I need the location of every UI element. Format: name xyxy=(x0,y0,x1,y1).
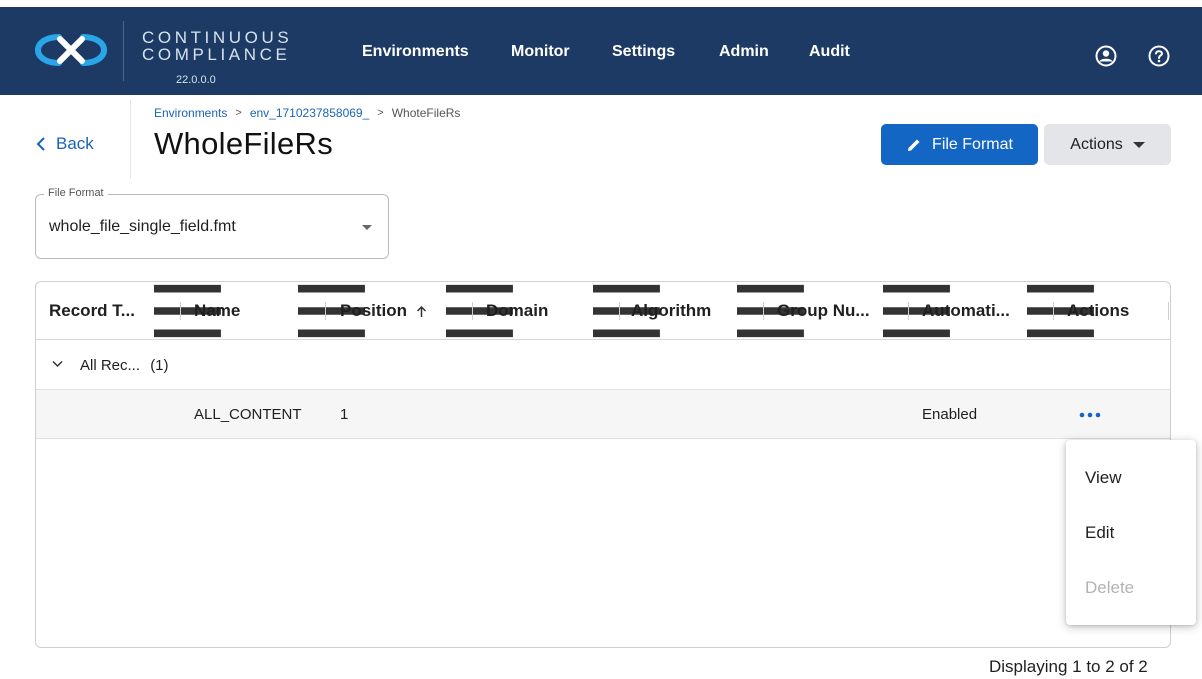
page-title: WholeFileRs xyxy=(154,126,334,161)
breadcrumb-separator: > xyxy=(377,107,384,119)
column-separator[interactable] xyxy=(1168,302,1169,320)
actions-button-label: Actions xyxy=(1070,135,1123,153)
group-row[interactable]: All Rec... (1) xyxy=(36,340,1170,390)
logo-icon[interactable] xyxy=(32,29,110,71)
column-header-actions[interactable]: Actions xyxy=(1067,282,1129,340)
account-circle-icon[interactable] xyxy=(1095,45,1117,67)
menu-item-edit[interactable]: Edit xyxy=(1085,523,1114,543)
brand-line-2: COMPLIANCE xyxy=(142,45,291,64)
chevron-down-icon[interactable] xyxy=(52,360,63,368)
file-format-select-label: File Format xyxy=(44,187,108,199)
sort-ascending-icon xyxy=(417,305,427,317)
cell-name: ALL_CONTENT xyxy=(194,406,302,423)
nav-monitor[interactable]: Monitor xyxy=(511,43,570,61)
breadcrumb-separator: > xyxy=(235,107,242,119)
column-header-record-type[interactable]: Record T... xyxy=(49,282,135,340)
table-header: Record T... Name Position Domain Algorit… xyxy=(36,282,1170,340)
column-header-label: Domain xyxy=(486,301,549,320)
column-separator[interactable] xyxy=(619,302,620,320)
app-version: 22.0.0.0 xyxy=(176,74,216,86)
column-separator[interactable] xyxy=(472,302,473,320)
group-name: All Rec... xyxy=(80,357,141,374)
row-actions-menu: View Edit Delete xyxy=(1066,440,1196,625)
breadcrumb-environment[interactable]: env_1710237858069_ xyxy=(250,106,369,120)
top-navbar: CONTINUOUS COMPLIANCE 22.0.0.0 Environme… xyxy=(0,7,1202,95)
file-format-select-value: whole_file_single_field.fmt xyxy=(49,218,236,235)
column-header-label: Actions xyxy=(1067,301,1130,320)
cell-automation: Enabled xyxy=(922,406,978,423)
nav-environments[interactable]: Environments xyxy=(362,43,469,61)
pencil-icon xyxy=(908,139,920,151)
caret-down-icon xyxy=(362,225,372,230)
column-header-label: Algorithm xyxy=(631,301,712,320)
column-header-label: Group Nu... xyxy=(777,301,870,320)
file-format-select[interactable]: File Format whole_file_single_field.fmt xyxy=(35,187,389,259)
actions-button[interactable]: Actions xyxy=(1044,124,1171,165)
menu-item-view[interactable]: View xyxy=(1085,468,1122,488)
breadcrumb-current: WhoteFileRs xyxy=(391,106,461,120)
nav-audit[interactable]: Audit xyxy=(809,43,850,61)
column-header-group-number[interactable]: Group Nu... xyxy=(777,282,870,340)
column-header-label: Position xyxy=(340,301,408,320)
column-header-name[interactable]: Name xyxy=(194,282,240,340)
breadcrumb: Environments > env_1710237858069_ > Whot… xyxy=(154,106,460,120)
column-header-domain[interactable]: Domain xyxy=(486,282,548,340)
table-row[interactable]: ALL_CONTENT 1 Enabled xyxy=(36,390,1170,439)
cell-position: 1 xyxy=(340,406,349,423)
file-format-button-label: File Format xyxy=(932,135,1013,153)
column-separator[interactable] xyxy=(908,302,909,320)
group-count: (1) xyxy=(150,357,169,374)
more-options-icon[interactable] xyxy=(1079,412,1101,418)
column-header-label: Name xyxy=(194,301,241,320)
pagination-status: Displaying 1 to 2 of 2 xyxy=(989,657,1148,676)
column-header-position[interactable]: Position xyxy=(340,282,427,340)
rules-table: Record T... Name Position Domain Algorit… xyxy=(35,281,1171,648)
column-separator[interactable] xyxy=(325,302,326,320)
column-header-algorithm[interactable]: Algorithm xyxy=(631,282,711,340)
column-header-label: Automati... xyxy=(922,301,1010,320)
back-button[interactable]: Back xyxy=(36,134,94,154)
back-label: Back xyxy=(56,134,94,153)
header-divider xyxy=(130,100,131,178)
group-label: All Rec... (1) xyxy=(80,357,169,374)
nav-settings[interactable]: Settings xyxy=(612,43,675,61)
logo-divider xyxy=(123,21,124,81)
column-separator[interactable] xyxy=(180,302,181,320)
caret-down-icon xyxy=(1132,141,1145,148)
column-header-label: Record T... xyxy=(49,301,135,320)
brand-name: CONTINUOUS COMPLIANCE xyxy=(142,29,292,63)
nav-admin[interactable]: Admin xyxy=(719,43,769,61)
file-format-button[interactable]: File Format xyxy=(881,124,1038,165)
chevron-left-icon xyxy=(36,137,45,151)
menu-item-delete: Delete xyxy=(1085,578,1135,597)
breadcrumb-environments[interactable]: Environments xyxy=(154,106,227,120)
help-circle-icon[interactable] xyxy=(1148,45,1170,67)
column-header-automation[interactable]: Automati... xyxy=(922,282,1010,340)
column-separator[interactable] xyxy=(763,302,764,320)
column-separator[interactable] xyxy=(1053,302,1054,320)
